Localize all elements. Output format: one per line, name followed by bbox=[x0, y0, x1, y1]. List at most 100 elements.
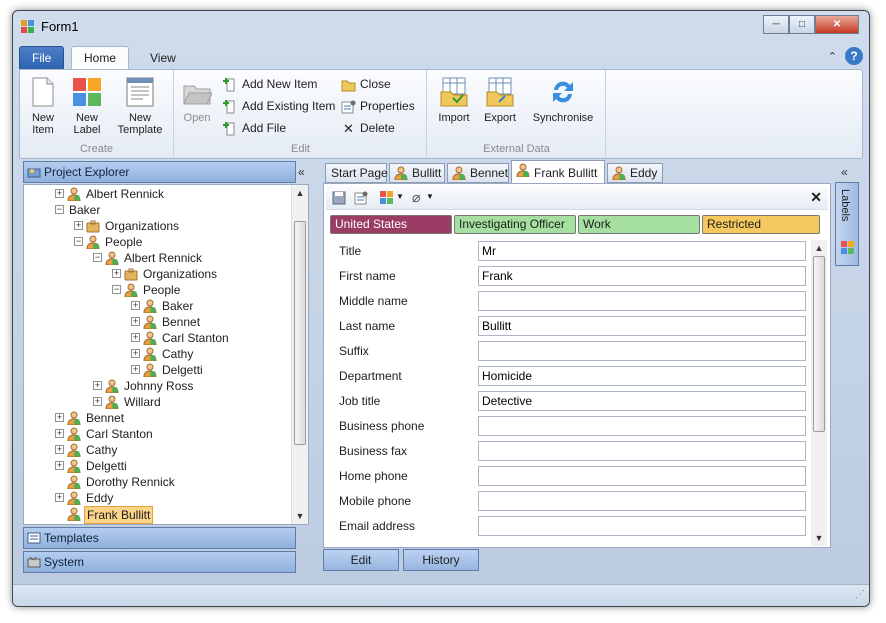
add-file-button[interactable]: Add File bbox=[223, 118, 286, 138]
expand-icon[interactable]: + bbox=[55, 461, 64, 470]
tree-node[interactable]: − Albert Rennick bbox=[24, 250, 292, 266]
tree-node[interactable]: + Eddy bbox=[24, 490, 292, 506]
field-input[interactable] bbox=[478, 466, 806, 486]
tree-node[interactable]: + Cathy bbox=[24, 346, 292, 362]
expand-icon[interactable]: + bbox=[131, 365, 140, 374]
minimize-button[interactable]: ─ bbox=[763, 15, 789, 34]
expand-icon[interactable]: + bbox=[55, 445, 64, 454]
expand-icon[interactable]: + bbox=[131, 349, 140, 358]
tree-node[interactable]: − People bbox=[24, 234, 292, 250]
label-chip[interactable]: Restricted bbox=[702, 215, 820, 234]
project-explorer-header[interactable]: Project Explorer bbox=[23, 161, 296, 183]
history-view-button[interactable]: History bbox=[403, 549, 479, 571]
save-icon[interactable] bbox=[332, 191, 346, 205]
new-label-button[interactable]: New Label bbox=[68, 76, 106, 136]
close-document-icon[interactable]: ✕ bbox=[810, 189, 822, 206]
collapse-left-panel-icon[interactable]: « bbox=[298, 165, 305, 179]
expand-icon[interactable]: + bbox=[55, 429, 64, 438]
tree-node[interactable]: + Carl Stanton bbox=[24, 330, 292, 346]
tab-home[interactable]: Home bbox=[71, 46, 130, 71]
collapse-icon[interactable]: − bbox=[112, 285, 121, 294]
tree-node[interactable]: + Willard bbox=[24, 394, 292, 410]
label-chip[interactable]: United States bbox=[330, 215, 452, 234]
expand-icon[interactable]: + bbox=[55, 413, 64, 422]
doc-tab[interactable]: Bennet bbox=[447, 163, 509, 183]
properties-button[interactable]: Properties bbox=[341, 96, 415, 116]
expand-icon[interactable]: + bbox=[131, 333, 140, 342]
templates-header[interactable]: Templates bbox=[23, 527, 296, 549]
field-input[interactable] bbox=[478, 516, 806, 536]
tree-node[interactable]: + Carl Stanton bbox=[24, 426, 292, 442]
scroll-up-icon[interactable]: ▲ bbox=[292, 185, 308, 201]
add-new-item-button[interactable]: Add New Item bbox=[223, 74, 317, 94]
field-input[interactable] bbox=[478, 491, 806, 511]
labels-dropdown-chevron-down-icon[interactable]: ▼ bbox=[396, 192, 404, 201]
tree-node[interactable]: + Organizations bbox=[24, 218, 292, 234]
expand-icon[interactable]: + bbox=[131, 301, 140, 310]
field-input[interactable] bbox=[478, 416, 806, 436]
doc-tab[interactable]: Start Page bbox=[325, 163, 388, 183]
tree-scrollbar[interactable]: ▲ ▼ bbox=[291, 185, 308, 524]
field-input[interactable] bbox=[478, 291, 806, 311]
expand-icon[interactable]: + bbox=[112, 269, 121, 278]
expand-icon[interactable]: + bbox=[93, 397, 102, 406]
collapse-icon[interactable]: − bbox=[74, 237, 83, 246]
system-header[interactable]: System bbox=[23, 551, 296, 573]
close-item-button[interactable]: Close bbox=[341, 74, 391, 94]
field-input[interactable] bbox=[478, 366, 806, 386]
tab-file[interactable]: File bbox=[19, 46, 65, 70]
tree-node[interactable]: + Bennet bbox=[24, 410, 292, 426]
tree-node[interactable]: + Johnny Ross bbox=[24, 378, 292, 394]
collapse-labels-panel-icon[interactable]: « bbox=[841, 165, 848, 179]
expand-icon[interactable]: + bbox=[131, 317, 140, 326]
resize-grip-icon[interactable]: ⋰ bbox=[855, 589, 865, 600]
tree-node[interactable]: + Bennet bbox=[24, 314, 292, 330]
tree-node[interactable]: + Organizations bbox=[24, 266, 292, 282]
tree-scroll-thumb[interactable] bbox=[294, 221, 306, 445]
field-input[interactable] bbox=[478, 241, 806, 261]
tab-view[interactable]: View bbox=[137, 46, 189, 70]
form-scroll-down-icon[interactable]: ▼ bbox=[811, 530, 827, 546]
maximize-button[interactable]: □ bbox=[789, 15, 815, 34]
tree-node[interactable]: Frank Bullitt bbox=[24, 506, 292, 524]
form-scroll-up-icon[interactable]: ▲ bbox=[811, 240, 827, 256]
form-scrollbar[interactable]: ▲ ▼ bbox=[811, 240, 827, 546]
tree-node[interactable]: − Baker bbox=[24, 202, 292, 218]
doc-tab[interactable]: Bullitt bbox=[389, 163, 445, 183]
form-scroll-thumb[interactable] bbox=[813, 256, 825, 432]
edit-view-button[interactable]: Edit bbox=[323, 549, 399, 571]
delete-button[interactable]: ✕ Delete bbox=[341, 118, 395, 138]
new-template-button[interactable]: New Template bbox=[112, 76, 168, 136]
doc-tab[interactable]: Eddy bbox=[607, 163, 663, 183]
field-input[interactable] bbox=[478, 266, 806, 286]
add-existing-item-button[interactable]: Add Existing Item bbox=[223, 96, 335, 116]
field-input[interactable] bbox=[478, 441, 806, 461]
open-button[interactable]: Open bbox=[179, 76, 215, 124]
label-chip[interactable]: Work bbox=[578, 215, 700, 234]
labels-icon[interactable] bbox=[380, 191, 394, 205]
properties-icon[interactable] bbox=[354, 191, 368, 205]
tree-node[interactable]: + Delgetti bbox=[24, 362, 292, 378]
export-button[interactable]: Export bbox=[480, 76, 520, 124]
field-input[interactable] bbox=[478, 391, 806, 411]
ribbon-minimize-icon[interactable]: ⌃ bbox=[828, 50, 837, 63]
tree-node[interactable]: − People bbox=[24, 282, 292, 298]
expand-icon[interactable]: + bbox=[55, 493, 64, 502]
collapse-icon[interactable]: − bbox=[93, 253, 102, 262]
attachment-dropdown-chevron-down-icon[interactable]: ▼ bbox=[426, 192, 434, 201]
expand-icon[interactable]: + bbox=[55, 189, 64, 198]
new-item-button[interactable]: New Item bbox=[24, 76, 62, 136]
help-icon[interactable]: ? bbox=[845, 47, 863, 65]
tree-node[interactable]: + Delgetti bbox=[24, 458, 292, 474]
tree-node[interactable]: + Albert Rennick bbox=[24, 186, 292, 202]
close-button[interactable]: ✕ bbox=[815, 15, 859, 34]
tree-node[interactable]: + Baker bbox=[24, 298, 292, 314]
synchronise-button[interactable]: Synchronise bbox=[526, 76, 600, 124]
tree-node[interactable]: + Cathy bbox=[24, 442, 292, 458]
expand-icon[interactable]: + bbox=[93, 381, 102, 390]
scroll-down-icon[interactable]: ▼ bbox=[292, 508, 308, 524]
field-input[interactable] bbox=[478, 316, 806, 336]
doc-tab[interactable]: Frank Bullitt bbox=[511, 160, 605, 184]
tree-node[interactable]: Dorothy Rennick bbox=[24, 474, 292, 490]
expand-icon[interactable]: + bbox=[74, 221, 83, 230]
